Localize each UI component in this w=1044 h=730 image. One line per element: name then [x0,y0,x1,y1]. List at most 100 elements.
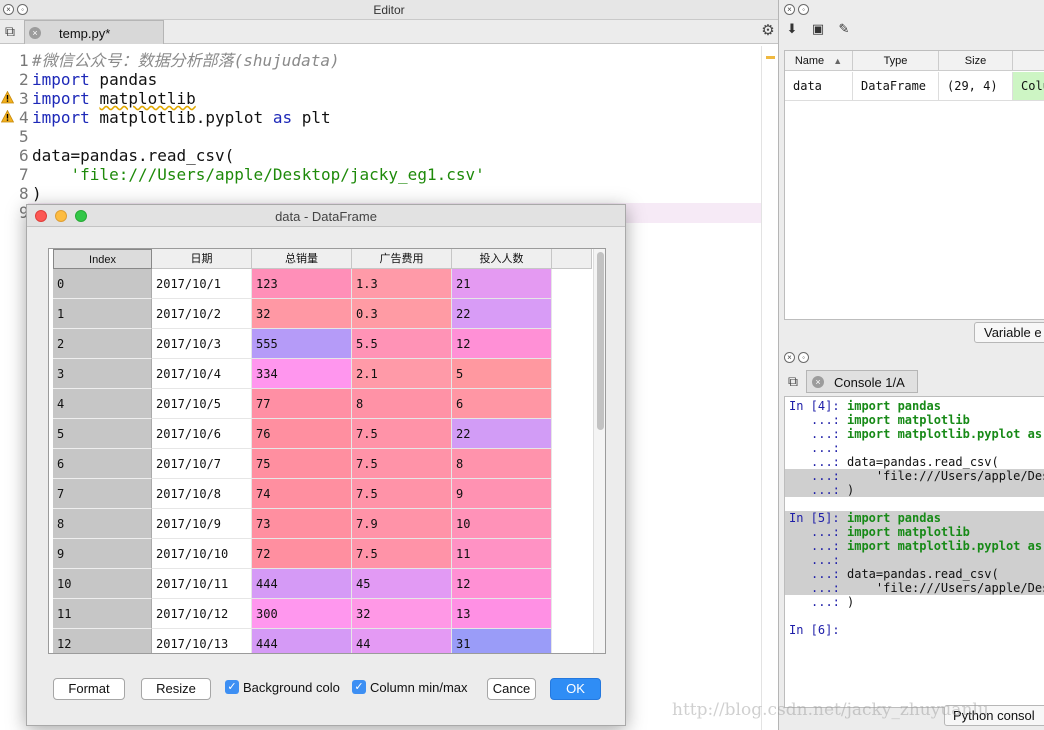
code-line[interactable]: 8) [0,184,778,203]
format-button[interactable]: Format [53,678,125,700]
ok-button[interactable]: OK [550,678,601,700]
data-cell[interactable]: 2017/10/12 [152,599,252,629]
row-index-cell[interactable]: 6 [53,449,152,479]
data-cell[interactable]: 7.5 [352,539,452,569]
code-line[interactable]: 4 import matplotlib.pyplot as plt [0,108,778,127]
data-cell[interactable]: 22 [452,419,552,449]
save-icon[interactable]: ▣ [809,20,827,38]
edit-icon[interactable]: ✎ [835,20,853,38]
data-cell[interactable]: 1.3 [352,269,452,299]
column-header[interactable]: 投入人数 [452,249,552,269]
column-header[interactable]: 广告费用 [352,249,452,269]
background-color-checkbox[interactable]: ✓ [225,680,239,694]
import-data-icon[interactable]: ⬇ [783,20,801,38]
row-index-cell[interactable]: 12 [53,629,152,653]
row-index-cell[interactable]: 8 [53,509,152,539]
data-cell[interactable]: 74 [252,479,352,509]
variable-size-cell[interactable]: (29, 4) [939,72,1013,101]
close-icon[interactable]: × [784,4,795,15]
data-cell[interactable]: 555 [252,329,352,359]
data-cell[interactable]: 13 [452,599,552,629]
column-header-type[interactable]: Type [853,51,939,71]
data-cell[interactable]: 2017/10/1 [152,269,252,299]
data-cell[interactable]: 77 [252,389,352,419]
data-cell[interactable]: 9 [452,479,552,509]
data-cell[interactable]: 21 [452,269,552,299]
undock-icon[interactable]: ◦ [798,352,809,363]
tab-temp-py[interactable]: × temp.py* [24,20,164,44]
data-cell[interactable]: 444 [252,569,352,599]
data-cell[interactable]: 32 [352,599,452,629]
scrollbar-thumb[interactable] [597,252,604,430]
row-index-cell[interactable]: 4 [53,389,152,419]
data-cell[interactable]: 22 [452,299,552,329]
code-line[interactable]: 7 'file:///Users/apple/Desktop/jacky_eg1… [0,165,778,184]
data-cell[interactable]: 2017/10/4 [152,359,252,389]
data-cell[interactable]: 7.5 [352,449,452,479]
data-cell[interactable]: 334 [252,359,352,389]
data-cell[interactable]: 7.5 [352,479,452,509]
data-cell[interactable]: 5.5 [352,329,452,359]
data-cell[interactable]: 8 [352,389,452,419]
code-line[interactable]: 5 [0,127,778,146]
data-cell[interactable]: 123 [252,269,352,299]
row-index-cell[interactable]: 7 [53,479,152,509]
browse-tabs-icon[interactable]: ⧉ [784,372,802,390]
data-cell[interactable]: 6 [452,389,552,419]
row-index-cell[interactable]: 2 [53,329,152,359]
data-cell[interactable]: 44 [352,629,452,653]
warning-icon[interactable] [1,110,14,123]
close-tab-icon[interactable]: × [29,27,41,39]
gear-icon[interactable]: ⚙ [760,23,776,39]
variable-value-cell[interactable]: Colu [1013,72,1044,101]
data-cell[interactable]: 7.5 [352,419,452,449]
data-cell[interactable]: 2017/10/5 [152,389,252,419]
warning-icon[interactable] [1,91,14,104]
undock-icon[interactable]: ◦ [798,4,809,15]
data-cell[interactable]: 300 [252,599,352,629]
data-cell[interactable]: 2017/10/6 [152,419,252,449]
row-index-cell[interactable]: 0 [53,269,152,299]
code-line[interactable]: 2 import pandas [0,70,778,89]
data-cell[interactable]: 2017/10/2 [152,299,252,329]
data-cell[interactable]: 32 [252,299,352,329]
tab-variable-explorer[interactable]: Variable e [974,322,1044,343]
data-cell[interactable]: 2017/10/3 [152,329,252,359]
row-index-cell[interactable]: 11 [53,599,152,629]
close-tab-icon[interactable]: × [812,376,824,388]
data-cell[interactable]: 10 [452,509,552,539]
variable-type-cell[interactable]: DataFrame [853,72,939,101]
data-cell[interactable]: 12 [452,329,552,359]
data-cell[interactable]: 2017/10/7 [152,449,252,479]
data-cell[interactable]: 0.3 [352,299,452,329]
data-cell[interactable]: 76 [252,419,352,449]
column-header[interactable]: 总销量 [252,249,352,269]
data-cell[interactable]: 75 [252,449,352,479]
column-header-value[interactable] [1013,51,1044,71]
data-cell[interactable]: 12 [452,569,552,599]
data-cell[interactable]: 444 [252,629,352,653]
row-index-cell[interactable]: 3 [53,359,152,389]
data-cell[interactable]: 2017/10/13 [152,629,252,653]
cancel-button[interactable]: Cance [487,678,536,700]
data-cell[interactable]: 72 [252,539,352,569]
browse-tabs-icon[interactable]: ⧉ [1,22,19,40]
column-header[interactable]: Index [53,249,152,269]
data-cell[interactable]: 2017/10/8 [152,479,252,509]
variable-name-cell[interactable]: data [785,72,853,101]
data-cell[interactable]: 8 [452,449,552,479]
data-cell[interactable]: 2017/10/9 [152,509,252,539]
column-header-name[interactable]: Name ▲ [785,51,853,71]
data-cell[interactable]: 2017/10/11 [152,569,252,599]
resize-button[interactable]: Resize [141,678,211,700]
column-header[interactable]: 日期 [152,249,252,269]
data-cell[interactable]: 5 [452,359,552,389]
console-output[interactable]: In [4]: import pandas...: import matplotli… [784,396,1044,708]
data-cell[interactable]: 11 [452,539,552,569]
column-header-size[interactable]: Size [939,51,1013,71]
row-index-cell[interactable]: 5 [53,419,152,449]
code-line[interactable]: 6 data=pandas.read_csv( [0,146,778,165]
code-line[interactable]: 3 import matplotlib [0,89,778,108]
tab-console[interactable]: × Console 1/A [806,370,918,393]
data-cell[interactable]: 7.9 [352,509,452,539]
